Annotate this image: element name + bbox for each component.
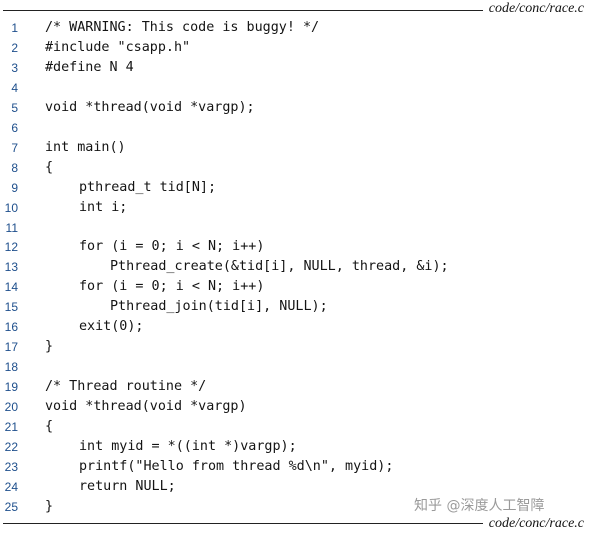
- code-text: for (i = 0; i < N; i++): [79, 239, 265, 255]
- code-line: 9 pthread_t tid[N];: [0, 178, 592, 198]
- code-line: 17}: [0, 337, 592, 357]
- file-path-label-bottom: code/conc/race.c: [482, 516, 584, 532]
- line-number: 3: [11, 60, 18, 75]
- line-number: 21: [4, 420, 18, 434]
- line-number: 9: [11, 180, 18, 195]
- code-line: 19 /* Thread routine */: [0, 377, 592, 397]
- line-number: 23: [4, 459, 18, 474]
- code-line: 18: [0, 357, 592, 377]
- code-text: #include "csapp.h": [45, 39, 191, 55]
- line-number: 24: [4, 479, 18, 494]
- code-line: 15 Pthread_join(tid[i], NULL);: [0, 297, 592, 317]
- code-text: #define N 4: [45, 59, 134, 75]
- code-line: 2 #include "csapp.h": [0, 38, 592, 58]
- code-line: 23 printf("Hello from thread %d\n", myid)…: [0, 457, 592, 477]
- line-number: 19: [4, 380, 18, 395]
- line-number: 20: [4, 400, 18, 415]
- code-line: 21 {: [0, 417, 592, 437]
- code-text: }: [45, 339, 54, 355]
- line-number: 5: [11, 100, 18, 115]
- code-line: 1 /* WARNING: This code is buggy! */: [0, 18, 592, 38]
- line-number: 17: [4, 340, 18, 355]
- code-line: 8{: [0, 158, 592, 178]
- line-number: 10: [4, 200, 18, 215]
- line-number: 15: [4, 300, 18, 315]
- code-text: int main(): [45, 139, 126, 155]
- line-number: 6: [11, 120, 18, 135]
- code-text: {: [45, 419, 54, 434]
- top-rule: [3, 10, 485, 12]
- code-line: 16 exit(0);: [0, 317, 592, 337]
- code-line: 4: [0, 78, 592, 98]
- code-line: 11: [0, 218, 592, 238]
- file-path-label-top: code/conc/race.c: [482, 1, 584, 17]
- code-text: int myid = *((int *)vargp);: [79, 438, 297, 454]
- line-number: 8: [11, 160, 18, 175]
- code-line: 20 void *thread(void *vargp): [0, 397, 592, 417]
- code-line: 5 void *thread(void *vargp);: [0, 98, 592, 118]
- line-number: 4: [11, 80, 18, 95]
- code-text: }: [45, 498, 54, 514]
- code-text: return NULL;: [79, 478, 176, 494]
- line-number: 7: [11, 140, 18, 155]
- code-text: for (i = 0; i < N; i++): [79, 279, 265, 295]
- watermark-text: 知乎 @深度人工智障: [414, 498, 545, 514]
- line-number: 2: [11, 40, 18, 55]
- code-text: pthread_t tid[N];: [79, 179, 217, 195]
- code-text: Pthread_join(tid[i], NULL);: [110, 299, 328, 315]
- line-number: 14: [4, 280, 18, 295]
- code-text: void *thread(void *vargp);: [45, 99, 255, 115]
- code-line: 12 for (i = 0; i < N; i++): [0, 237, 592, 257]
- line-number: 12: [4, 240, 18, 255]
- code-text: int i;: [79, 199, 128, 215]
- bottom-rule: [3, 523, 485, 525]
- code-line: 14 for (i = 0; i < N; i++): [0, 277, 592, 297]
- code-line: 10 int i;: [0, 198, 592, 218]
- line-number: 18: [4, 360, 18, 375]
- code-text: printf("Hello from thread %d\n", myid);: [79, 458, 394, 474]
- line-number: 13: [4, 260, 18, 275]
- code-text: exit(0);: [79, 319, 144, 335]
- line-number: 11: [5, 220, 18, 235]
- code-line: 24 return NULL;: [0, 477, 592, 497]
- code-text: Pthread_create(&tid[i], NULL, thread, &i…: [110, 259, 449, 275]
- code-line: 13 Pthread_create(&tid[i], NULL, thread, …: [0, 257, 592, 277]
- code-line: 7 int main(): [0, 138, 592, 158]
- code-text: {: [45, 159, 54, 175]
- code-line: 3 #define N 4: [0, 58, 592, 78]
- line-number: 22: [4, 439, 18, 454]
- code-text: /* WARNING: This code is buggy! */: [45, 20, 320, 35]
- line-number: 25: [4, 499, 18, 514]
- line-number: 1: [11, 21, 18, 35]
- line-number: 16: [4, 320, 18, 335]
- code-text: void *thread(void *vargp): [45, 399, 247, 415]
- code-line: 22 int myid = *((int *)vargp);: [0, 437, 592, 457]
- code-line: 6: [0, 118, 592, 138]
- code-text: /* Thread routine */: [45, 379, 207, 395]
